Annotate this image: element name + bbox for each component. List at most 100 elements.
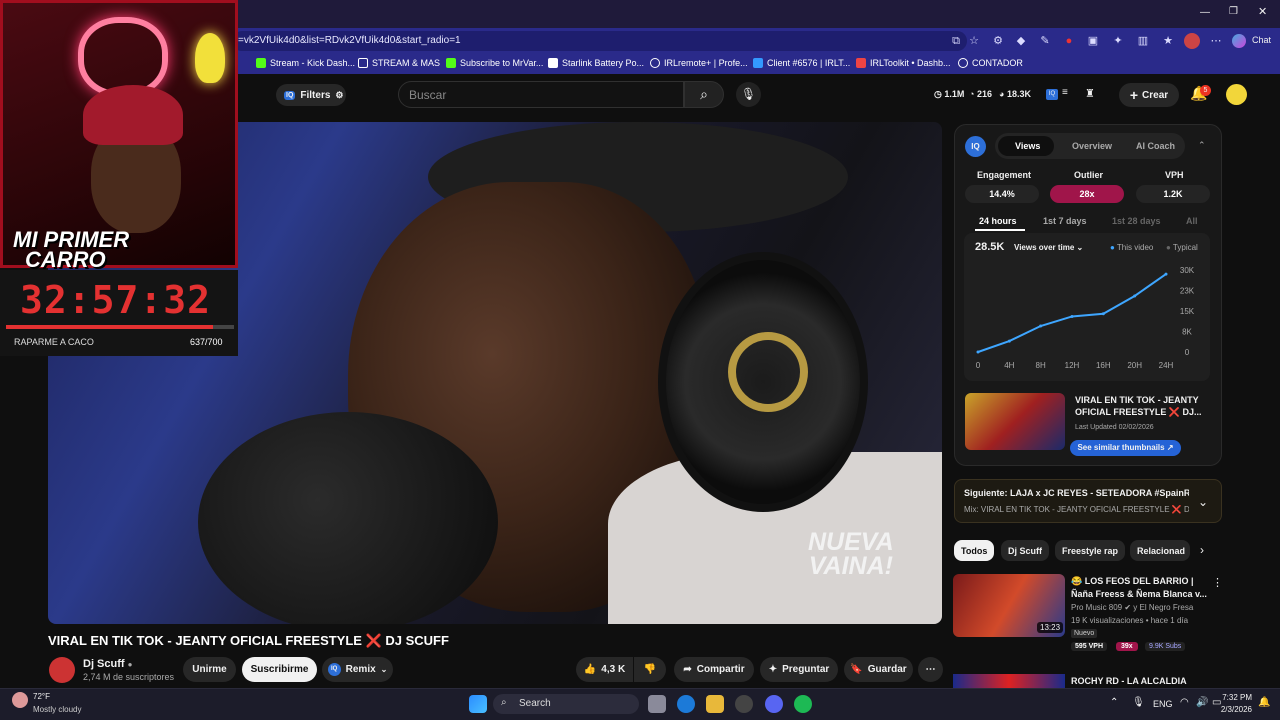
range-all[interactable]: All	[1186, 216, 1198, 226]
data-point	[976, 350, 980, 354]
range-28d[interactable]: 1st 28 days	[1112, 216, 1161, 226]
more-icon[interactable]: ⋯	[1208, 33, 1224, 49]
maximize-icon[interactable]: ❐	[1229, 6, 1238, 17]
weather-icon[interactable]	[12, 692, 28, 708]
x-tick-label: 16H	[1096, 361, 1111, 370]
more-icon[interactable]: ⋮	[1212, 576, 1223, 589]
chip-freestyle[interactable]: Freestyle rap	[1055, 540, 1126, 561]
collapse-icon[interactable]: ⌃	[1198, 140, 1206, 151]
taskbar-search[interactable]: ⌕ Search	[493, 694, 639, 714]
goal-progress-fill	[6, 325, 214, 329]
remix-button[interactable]: IQ Remix ⌄	[322, 657, 393, 682]
favorites-icon[interactable]: ★	[1160, 33, 1176, 49]
range-7d[interactable]: 1st 7 days	[1043, 216, 1087, 226]
tab-views[interactable]: Views	[1015, 141, 1040, 151]
chevron-up-icon[interactable]: ⌃	[1110, 697, 1118, 708]
avatar[interactable]	[1226, 84, 1247, 105]
settings-icon[interactable]	[735, 695, 753, 713]
bookmark-item[interactable]: Subscribe to MrVar...	[446, 58, 543, 68]
iq-icon[interactable]: ▣	[1085, 33, 1101, 49]
filters-button[interactable]: IQ Filters ⚙	[276, 84, 346, 106]
windows-start-icon[interactable]	[469, 695, 487, 713]
bookmark-item[interactable]: IRLToolkit • Dashb...	[856, 58, 951, 68]
chart-mode-dropdown[interactable]: Views over time ⌄	[1014, 243, 1083, 252]
save-button[interactable]: 🔖 Guardar	[844, 657, 913, 682]
pip-icon[interactable]: ⧉	[948, 33, 964, 49]
chip-dj-scuff[interactable]: Dj Scuff	[1001, 540, 1050, 561]
range-24h[interactable]: 24 hours	[979, 216, 1017, 226]
counter-icon	[958, 58, 968, 68]
share-button[interactable]: ➦ Compartir	[674, 657, 754, 682]
list-icon[interactable]: ≡	[1062, 87, 1068, 98]
profile-avatar[interactable]	[1184, 33, 1200, 49]
duration-badge: 13:23	[1037, 622, 1064, 633]
pen-icon[interactable]: ✎	[1037, 33, 1053, 49]
iq-icon[interactable]: IQ	[1046, 89, 1058, 100]
close-icon[interactable]: ✕	[1258, 5, 1267, 18]
trophy-icon[interactable]: ♜	[1085, 87, 1095, 100]
bookmark-item[interactable]: Client #6576 | IRLT...	[753, 58, 850, 68]
range-underline	[975, 229, 1025, 231]
spotify-icon[interactable]	[794, 695, 812, 713]
search-button[interactable]: ⌕	[684, 81, 724, 108]
chip-all[interactable]: Todos	[954, 540, 995, 561]
bookmark-item[interactable]: Stream - Kick Dash...	[256, 58, 355, 68]
volume-icon[interactable]: 🔊	[1196, 697, 1208, 708]
weather-text[interactable]: Mostly cloudy	[33, 705, 81, 714]
y-tick-label: 0	[1185, 348, 1190, 357]
discord-icon[interactable]	[765, 695, 783, 713]
views-chart: 30K 23K 15K 8K 0 0 4H 8H 12H 16H 20H 24H	[976, 266, 1195, 370]
extension-icon[interactable]: ⚙	[990, 33, 1006, 49]
more-actions-button[interactable]: ⋯	[918, 657, 943, 682]
explorer-icon[interactable]	[706, 695, 724, 713]
minimize-icon[interactable]: —	[1200, 7, 1210, 18]
notification-icon[interactable]: 🔔	[1258, 697, 1270, 708]
taskview-icon[interactable]	[648, 695, 666, 713]
video-title: VIRAL EN TIK TOK - JEANTY OFICIAL FREEST…	[48, 633, 449, 648]
channel-name[interactable]: Dj Scuff ●	[83, 658, 132, 670]
voice-search-button[interactable]: 🎙	[736, 82, 761, 107]
shield-icon[interactable]: ●	[1061, 33, 1077, 49]
bookmark-item[interactable]: IRLremote+ | Profe...	[650, 58, 748, 68]
next-up-card[interactable]	[954, 479, 1222, 523]
client-icon	[753, 58, 763, 68]
weather-temp[interactable]: 72°F	[33, 692, 50, 701]
clock-time[interactable]: 7:32 PM	[1222, 693, 1252, 702]
star-icon[interactable]: ☆	[966, 33, 982, 49]
join-button[interactable]: Unirme	[183, 657, 236, 682]
tab-overview[interactable]: Overview	[1072, 141, 1112, 151]
video-thumbnail[interactable]	[965, 393, 1065, 450]
clock-date[interactable]: 2/3/2026	[1215, 705, 1252, 714]
copilot-icon[interactable]	[1232, 34, 1246, 48]
similar-thumbnails-button[interactable]: See similar thumbnails ↗	[1070, 440, 1181, 456]
language-indicator[interactable]: ENG	[1153, 699, 1173, 709]
search-input[interactable]: Buscar	[398, 81, 684, 108]
data-point	[1133, 294, 1137, 298]
ask-button[interactable]: ✦ Preguntar	[760, 657, 838, 682]
bookmark-icon: 🔖	[850, 664, 863, 675]
diamond-icon[interactable]: ◆	[1013, 33, 1029, 49]
bookmark-item[interactable]: Starlink Battery Po...	[548, 58, 644, 68]
related-title[interactable]: ROCHY RD - LA ALCALDIA	[1071, 676, 1187, 686]
chevron-down-icon[interactable]: ⌄	[1198, 495, 1208, 509]
subscribe-button[interactable]: Suscribirme	[242, 657, 317, 682]
related-title[interactable]: 😂 LOS FEOS DEL BARRIO | Ñaña Freess & Ñem…	[1071, 575, 1211, 601]
channel-avatar[interactable]	[49, 657, 75, 683]
mic-icon[interactable]: 🎙	[1132, 697, 1145, 708]
create-button[interactable]: + Crear	[1119, 83, 1179, 107]
chevron-right-icon[interactable]: ›	[1200, 543, 1204, 557]
url-field[interactable]: =vk2VfUik4d0&list=RDvk2VfUik4d0&start_ra…	[232, 31, 967, 51]
chip-related[interactable]: Relacionad	[1130, 540, 1190, 561]
edge-icon[interactable]	[677, 695, 695, 713]
related-thumbnail[interactable]	[953, 674, 1065, 688]
bookmark-item[interactable]: CONTADOR	[958, 58, 1023, 68]
chat-label[interactable]: Chat	[1252, 35, 1271, 45]
tab-ai-coach[interactable]: AI Coach	[1136, 141, 1175, 151]
puzzle-icon[interactable]: ✦	[1110, 33, 1126, 49]
dislike-button[interactable]: 👎	[634, 657, 666, 682]
split-icon[interactable]: ▥	[1135, 33, 1151, 49]
bookmark-item[interactable]: STREAM & MAS	[358, 58, 440, 68]
search-icon: ⌕	[501, 697, 507, 708]
wifi-icon[interactable]: ◠	[1180, 697, 1189, 708]
like-button[interactable]: 👍 4,3 K	[576, 657, 633, 682]
